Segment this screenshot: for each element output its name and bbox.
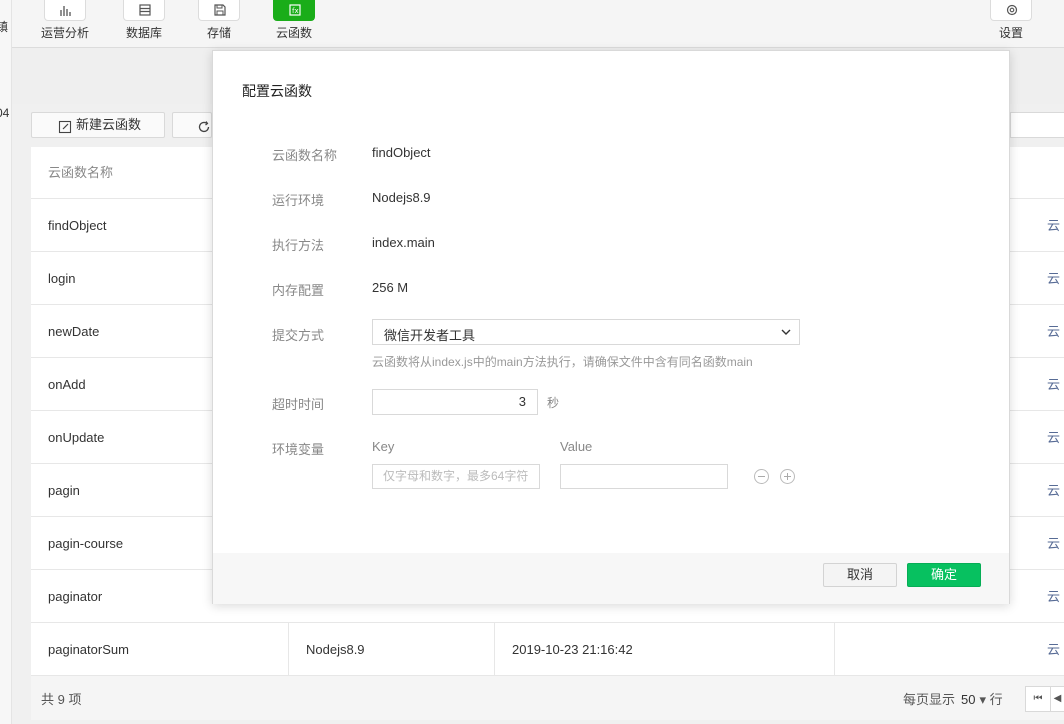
new-function-button[interactable]: 新建云函数 <box>31 112 165 138</box>
table-row[interactable]: paginatorSum Nodejs8.9 2019-10-23 21:16:42… <box>31 623 1064 676</box>
handler-value: index.main <box>372 235 435 250</box>
updated-time-cell: 2019-10-23 21:16:42 <box>512 642 633 657</box>
search-input[interactable] <box>1010 112 1064 138</box>
env-key-header: Key <box>372 439 395 454</box>
dialog-footer: 取消 确定 <box>213 553 1009 604</box>
page-size: 每页显示 50 ▾ 行 <box>903 689 1003 708</box>
dialog-title: 配置云函数 <box>242 83 312 99</box>
row-action-link[interactable]: 云 <box>1047 252 1060 305</box>
runtime-label: 运行环境 <box>272 193 325 208</box>
row-action-link[interactable]: 云 <box>1047 358 1060 411</box>
row-action-link[interactable]: 云 <box>1047 570 1060 623</box>
function-name-cell: paginator <box>48 589 103 604</box>
tool-label: 存储 <box>206 26 231 40</box>
env-vars-label: 环境变量 <box>272 442 325 457</box>
column-divider <box>834 623 835 676</box>
sidebar-fragment-text: 镇 <box>0 20 9 34</box>
edit-icon <box>58 118 72 142</box>
left-sidebar-fragment: 镇 04 <box>0 0 12 724</box>
timeout-unit: 秒 <box>547 396 560 410</box>
env-value-input[interactable] <box>560 464 728 489</box>
prev-page-button[interactable]: ◀ <box>1050 686 1064 712</box>
tool-analytics[interactable]: 运营分析 <box>35 0 95 41</box>
refresh-button[interactable] <box>172 112 212 138</box>
dialog-body: 云函数名称 findObject 运行环境 Nodejs8.9 执行方法 ind… <box>213 121 1011 553</box>
remove-circle-icon[interactable] <box>754 469 769 484</box>
column-divider <box>288 623 289 676</box>
function-name-cell: findObject <box>48 218 107 233</box>
submit-mode-hint: 云函数将从index.js中的main方法执行，请确保文件中含有同名函数main <box>372 355 753 369</box>
handler-label: 执行方法 <box>272 238 325 253</box>
row-action-link[interactable]: 云 <box>1047 517 1060 570</box>
row-action-link[interactable]: 云 <box>1047 305 1060 358</box>
refresh-icon <box>197 118 211 142</box>
cloud-function-icon: fx <box>273 0 315 21</box>
tool-storage[interactable]: 存储 <box>189 0 249 41</box>
page-size-prefix: 每页显示 <box>903 692 956 707</box>
tool-database[interactable]: 数据库 <box>114 0 174 41</box>
function-name-cell: pagin-course <box>48 536 124 551</box>
row-action-link[interactable]: 云 <box>1047 411 1060 464</box>
chevron-down-icon[interactable]: ▾ <box>979 692 986 707</box>
memory-value: 256 M <box>372 280 409 295</box>
timeout-input[interactable]: 3 <box>372 389 538 415</box>
function-name-cell: newDate <box>48 324 100 339</box>
configure-function-dialog: 配置云函数 云函数名称 findObject 运行环境 Nodejs8.9 执行… <box>212 50 1010 604</box>
submit-mode-value: 微信开发者工具 <box>384 328 476 343</box>
row-action-link[interactable]: 云 <box>1047 199 1060 252</box>
env-key-input[interactable]: 仅字母和数字，最多64字符 <box>372 464 540 489</box>
total-count: 共 9 项 <box>41 692 82 707</box>
function-name-cell: onUpdate <box>48 430 105 445</box>
chevron-down-icon <box>781 329 791 335</box>
function-name-cell: pagin <box>48 483 80 498</box>
runtime-value: Nodejs8.9 <box>372 190 431 205</box>
tool-settings[interactable]: 设置 <box>981 0 1041 41</box>
table-footer: 共 9 项 每页显示 50 ▾ 行 ⏮ ◀ <box>31 676 1064 720</box>
function-name-cell: onAdd <box>48 377 86 392</box>
submit-mode-label: 提交方式 <box>272 328 325 343</box>
page-size-suffix: 行 <box>989 692 1003 707</box>
function-name-cell: login <box>48 271 76 286</box>
page-size-select[interactable]: 50 <box>961 692 975 707</box>
tool-label: 设置 <box>998 26 1023 40</box>
row-action-link[interactable]: 云 <box>1047 623 1060 676</box>
cancel-button[interactable]: 取消 <box>823 563 897 587</box>
tool-label: 云函数 <box>275 26 312 40</box>
row-action-link[interactable]: 云 <box>1047 464 1060 517</box>
memory-label: 内存配置 <box>272 283 325 298</box>
save-icon <box>198 0 240 21</box>
tool-cloud-function[interactable]: fx 云函数 <box>264 0 324 41</box>
submit-mode-select[interactable]: 微信开发者工具 <box>372 319 800 345</box>
confirm-button[interactable]: 确定 <box>907 563 981 587</box>
env-value-header: Value <box>560 439 593 454</box>
bar-chart-icon <box>44 0 86 21</box>
first-page-button[interactable]: ⏮ <box>1025 686 1051 712</box>
runtime-cell: Nodejs8.9 <box>306 642 365 657</box>
function-name-label: 云函数名称 <box>272 148 338 163</box>
timeout-label: 超时时间 <box>272 397 325 412</box>
sidebar-fragment-text: 04 <box>0 106 10 120</box>
database-icon <box>123 0 165 21</box>
toolbar: 运营分析 数据库 存储 fx 云函数 设置 <box>12 0 1064 48</box>
column-divider <box>494 623 495 676</box>
tool-label: 数据库 <box>125 26 162 40</box>
add-circle-icon[interactable] <box>780 469 795 484</box>
function-name-cell: paginatorSum <box>48 642 129 657</box>
new-function-label: 新建云函数 <box>76 117 142 132</box>
gear-icon <box>990 0 1032 21</box>
svg-text:fx: fx <box>292 7 299 15</box>
tool-label: 运营分析 <box>40 26 89 40</box>
function-name-value: findObject <box>372 145 431 160</box>
